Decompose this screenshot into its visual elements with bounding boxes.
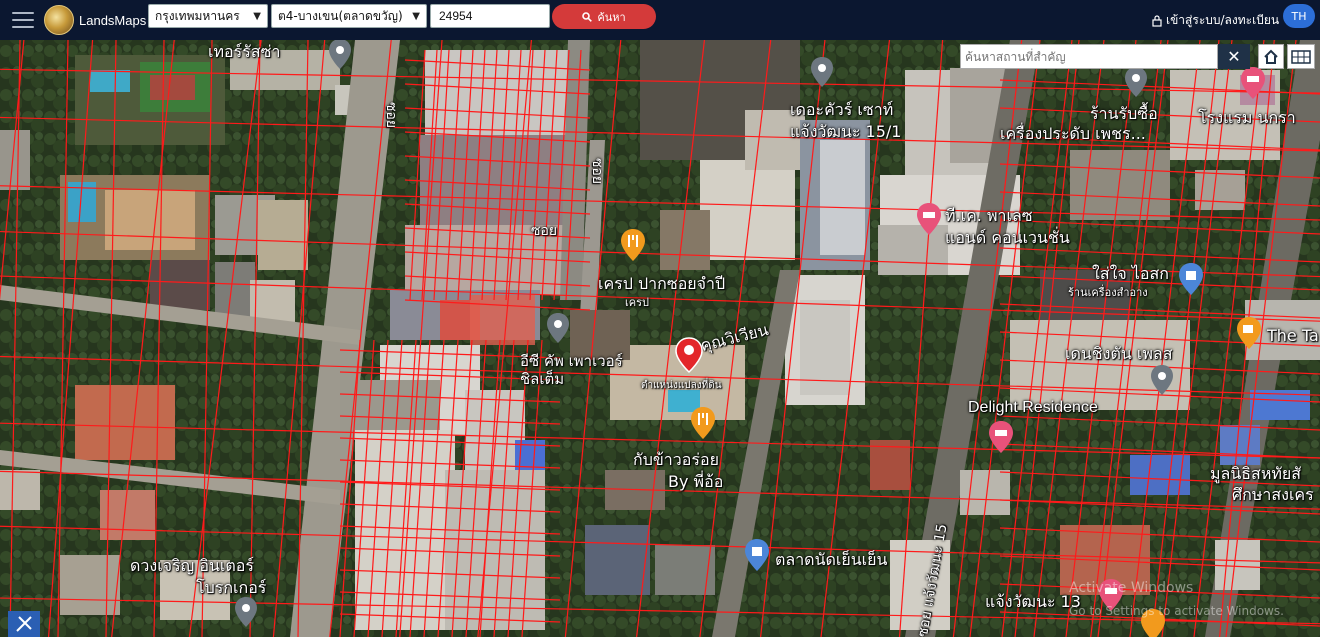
top-navigation-bar: LandsMaps กรุงเทพมหานคร ▼ ต4-บางเขน(ตลาด… [0, 0, 1320, 40]
hotel-pin-icon[interactable] [988, 420, 1014, 454]
place-pin-icon[interactable] [234, 596, 258, 628]
map-label: ซอย [589, 158, 605, 185]
map-label: แอนด์ คอนเวนชั่น [945, 228, 1070, 247]
map-label: Delight Residence [968, 399, 1098, 416]
landsmaps-logo[interactable] [44, 5, 74, 35]
map-label: The Ta [1267, 326, 1319, 345]
map-label: เครป ปากซอยจำปี [598, 274, 726, 293]
close-icon[interactable]: ✕ [1218, 44, 1250, 69]
search-button[interactable]: ค้นหา [552, 4, 656, 29]
map-label: ซอย [531, 223, 558, 239]
grid-layers-icon[interactable] [1287, 44, 1315, 69]
map-label: แจ้งวัฒนะ 15/1 [790, 122, 902, 141]
search-button-label: ค้นหา [597, 10, 626, 24]
district-select[interactable]: ต4-บางเขน(ตลาดขวัญ) ▼ [271, 4, 427, 28]
satellite-map[interactable]: เทอร์รัสซ่า เดอะคัวร์ เซาท์ แจ้งวัฒนะ 15… [0, 40, 1320, 637]
cafe-pin-icon[interactable] [1236, 316, 1262, 350]
map-label: ร้านเครื่องสำอาง [1068, 286, 1148, 299]
place-pin-icon[interactable] [1150, 364, 1174, 396]
brand-name: LandsMaps [79, 12, 147, 28]
place-pin-icon[interactable] [328, 40, 352, 70]
province-value: กรุงเทพมหานคร [155, 8, 240, 23]
restaurant-pin-icon[interactable] [620, 228, 646, 262]
map-label: โรงแรม นกรา [1198, 108, 1296, 127]
map-label: แจ้งวัฒนะ 13 [985, 592, 1081, 611]
province-select[interactable]: กรุงเทพมหานคร ▼ [148, 4, 268, 28]
windows-activation-hint: Go to Settings to activate Windows. [1069, 604, 1284, 618]
place-pin-icon[interactable] [1124, 66, 1148, 98]
hotel-pin-icon[interactable] [1240, 66, 1266, 100]
map-label: อีซี คัพ เพาเวอร์ ชิลเต็ม [520, 352, 623, 388]
map-label: เครป [625, 296, 650, 309]
place-search-input[interactable] [960, 44, 1218, 69]
district-value: ต4-บางเขน(ตลาดขวัญ) [278, 8, 403, 23]
parcel-number-input[interactable] [430, 4, 550, 28]
restaurant-pin-icon[interactable] [690, 406, 716, 440]
place-pin-icon[interactable] [546, 312, 570, 344]
lock-icon [1152, 14, 1162, 27]
map-label: By พี่อ้อ [668, 472, 724, 491]
map-label: เครื่องประดับ เพชร... [1000, 124, 1146, 143]
place-pin-icon[interactable] [810, 56, 834, 88]
menu-icon[interactable] [12, 12, 34, 28]
measure-tool-icon[interactable] [8, 611, 40, 637]
selected-parcel-marker-icon[interactable] [675, 337, 703, 373]
windows-activation-watermark: Activate Windows [1069, 580, 1194, 596]
shopping-pin-icon[interactable] [1178, 262, 1204, 296]
home-icon[interactable] [1258, 44, 1284, 69]
map-label: ซอย [383, 102, 399, 129]
hotel-pin-icon[interactable] [916, 202, 942, 236]
shopping-pin-icon[interactable] [744, 538, 770, 572]
login-link[interactable]: เข้าสู่ระบบ/ลงทะเบียน [1152, 11, 1279, 30]
chevron-down-icon: ▼ [253, 10, 261, 22]
search-icon [582, 11, 593, 22]
map-label: ตำแหน่งแปลงที่ดิน [641, 380, 722, 391]
map-label: เทอร์รัสซ่า [208, 42, 281, 61]
chevron-down-icon: ▼ [412, 10, 420, 22]
map-label: ศึกษาสงเคร [1232, 485, 1314, 504]
map-label: ตลาดนัดเย็นเย็น [775, 550, 888, 569]
language-toggle[interactable]: TH [1283, 4, 1315, 28]
login-label: เข้าสู่ระบบ/ลงทะเบียน [1166, 13, 1280, 27]
